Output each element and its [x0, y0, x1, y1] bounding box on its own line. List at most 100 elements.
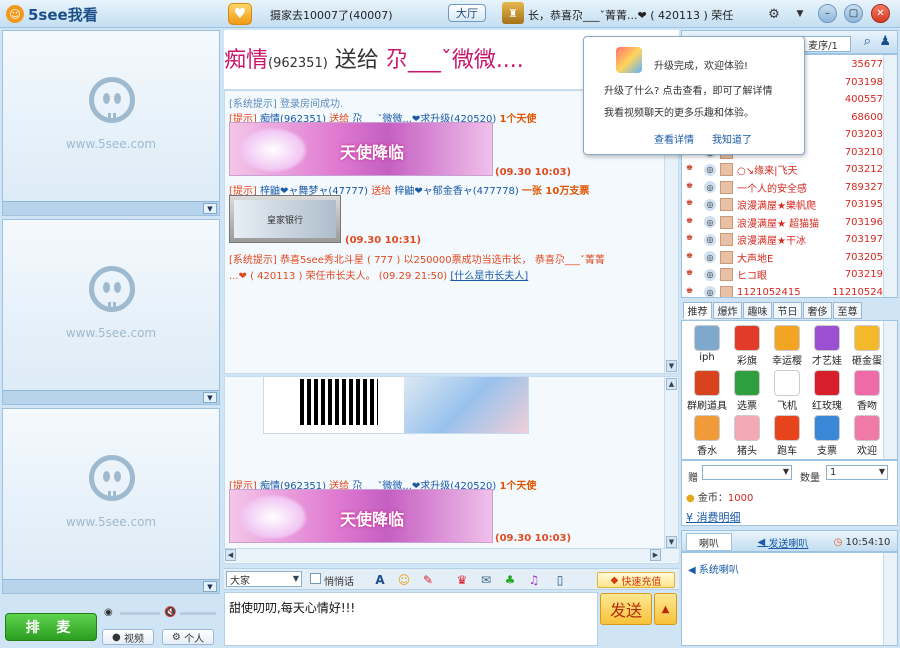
chevron-down-icon[interactable]: ▼ [790, 4, 810, 24]
view-details-link[interactable]: 查看详情 [654, 131, 694, 146]
chevron-down-icon[interactable]: ▼ [203, 392, 217, 403]
settings-gear-icon[interactable]: ⚙ [764, 4, 784, 24]
send-horn-link[interactable]: ◀ 发送喇叭 [748, 533, 818, 551]
gift-icon[interactable]: ♛ [454, 572, 470, 588]
user-row[interactable]: ♚ ◎ 浪漫满屋★樂帆爬 703195 [682, 196, 885, 214]
video-panel-3[interactable]: www.5see.com ▼ [2, 408, 220, 594]
gift-item[interactable]: 选票 [726, 368, 768, 412]
mayor-wife-link[interactable]: [什么是市长夫人] [450, 271, 528, 282]
gift-scrollbar[interactable] [883, 321, 897, 459]
user-row[interactable]: ♚ ◎ ヒコ眼 703219 [682, 266, 885, 284]
send-options-icon[interactable]: ▲ [654, 593, 677, 625]
minimize-button[interactable]: – [818, 4, 837, 23]
avatar [720, 268, 733, 282]
scroll-left-icon[interactable]: ◀ [225, 549, 236, 561]
emoji-icon[interactable]: ☺ [396, 572, 412, 588]
maximize-button[interactable]: ▢ [844, 4, 863, 23]
horizontal-scrollbar[interactable]: ◀ ▶ [224, 548, 679, 562]
send-button[interactable]: 发送 [600, 593, 652, 625]
video-slider[interactable] [120, 612, 160, 615]
scroll-down-icon[interactable]: ▼ [666, 360, 677, 372]
hall-button[interactable]: 大厅 [448, 4, 486, 22]
popup-body-line: 升级了什么? 点击查看，即可了解详情 [604, 86, 773, 97]
gift-recipient-select[interactable]: ▼ [702, 465, 792, 480]
gift-item[interactable]: 猪头 [726, 413, 768, 457]
gift-item[interactable]: 幸运樱 [766, 323, 808, 367]
quick-recharge-button[interactable]: ◆ 快速充值 [597, 572, 675, 588]
camera-icon[interactable]: ◉ [104, 607, 113, 618]
gift-icon [734, 415, 760, 441]
recipient-select[interactable]: 大家 ▼ [226, 571, 302, 587]
gift-tab[interactable]: 奢侈 [803, 302, 832, 319]
user-row[interactable]: ♚ ◎ 大声地E 703205 [682, 249, 885, 267]
avatar [720, 215, 733, 229]
video-watermark: www.5see.com [65, 137, 157, 151]
user-row[interactable]: ♚ ◎ ○↘缘来|飞天 703212 [682, 161, 885, 179]
gift-item[interactable]: 香吻 [846, 368, 888, 412]
favorite-icon[interactable]: ♥ [228, 3, 252, 25]
gift-item[interactable]: iph [686, 323, 728, 367]
angel-label: 天使降临 [340, 510, 405, 529]
gift-tab[interactable]: 爆炸 [713, 302, 742, 319]
search-icon[interactable]: ⌕ [864, 34, 871, 49]
system-horn-row: ◀ 系统喇叭 [688, 561, 739, 576]
message-input[interactable]: 甜使叨叨,每天心情好!!! [224, 592, 598, 646]
quantity-select[interactable]: 1 ▼ [826, 465, 888, 480]
chevron-down-icon[interactable]: ▼ [203, 581, 217, 592]
music-icon[interactable]: ♫ [526, 572, 542, 588]
gift-item[interactable]: 香水 [686, 413, 728, 457]
personal-button[interactable]: ⚙ 个人 [162, 629, 214, 645]
chevron-down-icon[interactable]: ▼ [203, 203, 217, 214]
close-button[interactable]: ✕ [871, 4, 890, 23]
userlist-scrollbar[interactable] [883, 55, 897, 297]
gift-grid: iph 彩旗 幸运樱 才艺娃 砸金蛋群刷道具 选票 飞机 红玫瑰 香吻香水 猪头 跑车 支票 欢迎 [681, 320, 898, 460]
video-watermark: www.5see.com [65, 326, 157, 340]
color-palette-icon[interactable]: ✎ [420, 572, 436, 588]
avatar [720, 198, 733, 212]
gift-item[interactable]: 欢迎 [846, 413, 888, 457]
scroll-right-icon[interactable]: ▶ [650, 549, 661, 561]
gift-item[interactable]: 红玫瑰 [806, 368, 848, 412]
level-icon: ♚ [686, 198, 694, 208]
horn-scrollbar[interactable] [883, 553, 897, 645]
dismiss-link[interactable]: 我知道了 [712, 131, 752, 146]
gift-tab[interactable]: 节日 [773, 302, 802, 319]
volume-slider[interactable] [180, 612, 216, 615]
gift-item[interactable]: 砸金蛋 [846, 323, 888, 367]
user-icon[interactable]: ♟ [879, 34, 891, 49]
user-row[interactable]: ♚ ◎ 浪漫满屋★干冰 703197 [682, 231, 885, 249]
chat-nick[interactable]: 梓鼬❤ャ郁金香ャ(477778) [394, 186, 518, 197]
video-button[interactable]: ● 视频 [102, 629, 154, 645]
chat-bubble-icon[interactable]: ✉ [478, 572, 494, 588]
ad-banner[interactable] [263, 376, 529, 434]
upgrade-popup: 升级完成，欢迎体验! 升级了什么? 点击查看，即可了解详情 我看视频聊天的更多乐… [583, 36, 805, 155]
gift-item[interactable]: 飞机 [766, 368, 808, 412]
gift-item[interactable]: 跑车 [766, 413, 808, 457]
gift-item[interactable]: 群刷道具 [686, 368, 728, 412]
gift-tab[interactable]: 推荐 [683, 302, 712, 319]
video-panel-2[interactable]: www.5see.com ▼ [2, 219, 220, 405]
horn-messages[interactable]: ◀ 系统喇叭 [681, 552, 898, 646]
scroll-up-icon[interactable]: ▲ [666, 378, 677, 390]
chat-time: (09.30 10:03) [495, 167, 572, 178]
spending-details-link[interactable]: ¥ 消费明细 [686, 509, 741, 525]
video-panel-1[interactable]: www.5see.com ▼ [2, 30, 220, 216]
user-row[interactable]: ♚ ◎ 1121052415 11210524 [682, 284, 885, 297]
clover-icon[interactable]: ♣ [502, 572, 518, 588]
scroll-down-icon[interactable]: ▼ [666, 536, 677, 548]
user-row[interactable]: ♚ ◎ 浪漫满屋★ 超猫猫 703196 [682, 214, 885, 232]
tab-horn[interactable]: 喇叭 [686, 533, 732, 551]
phone-icon[interactable]: ▯ [552, 572, 568, 588]
whisper-checkbox[interactable] [310, 573, 321, 584]
room-info: 长，恭喜尕___ˇ菁菁...❤ ( 420113 ) 荣任 [528, 9, 734, 22]
gift-item[interactable]: 彩旗 [726, 323, 768, 367]
queue-mic-button[interactable]: 排 麦 [5, 613, 97, 641]
user-row[interactable]: ♚ ◎ 一个人的安全感 789327 [682, 179, 885, 197]
gift-item[interactable]: 支票 [806, 413, 848, 457]
speaker-mute-icon[interactable]: 🔇 [164, 607, 176, 618]
gift-tab[interactable]: 趣味 [743, 302, 772, 319]
gift-tab[interactable]: 至尊 [833, 302, 862, 319]
chat-scrollbar[interactable]: ▲ ▼ [664, 377, 678, 549]
font-icon[interactable]: A [372, 572, 388, 588]
gift-item[interactable]: 才艺娃 [806, 323, 848, 367]
